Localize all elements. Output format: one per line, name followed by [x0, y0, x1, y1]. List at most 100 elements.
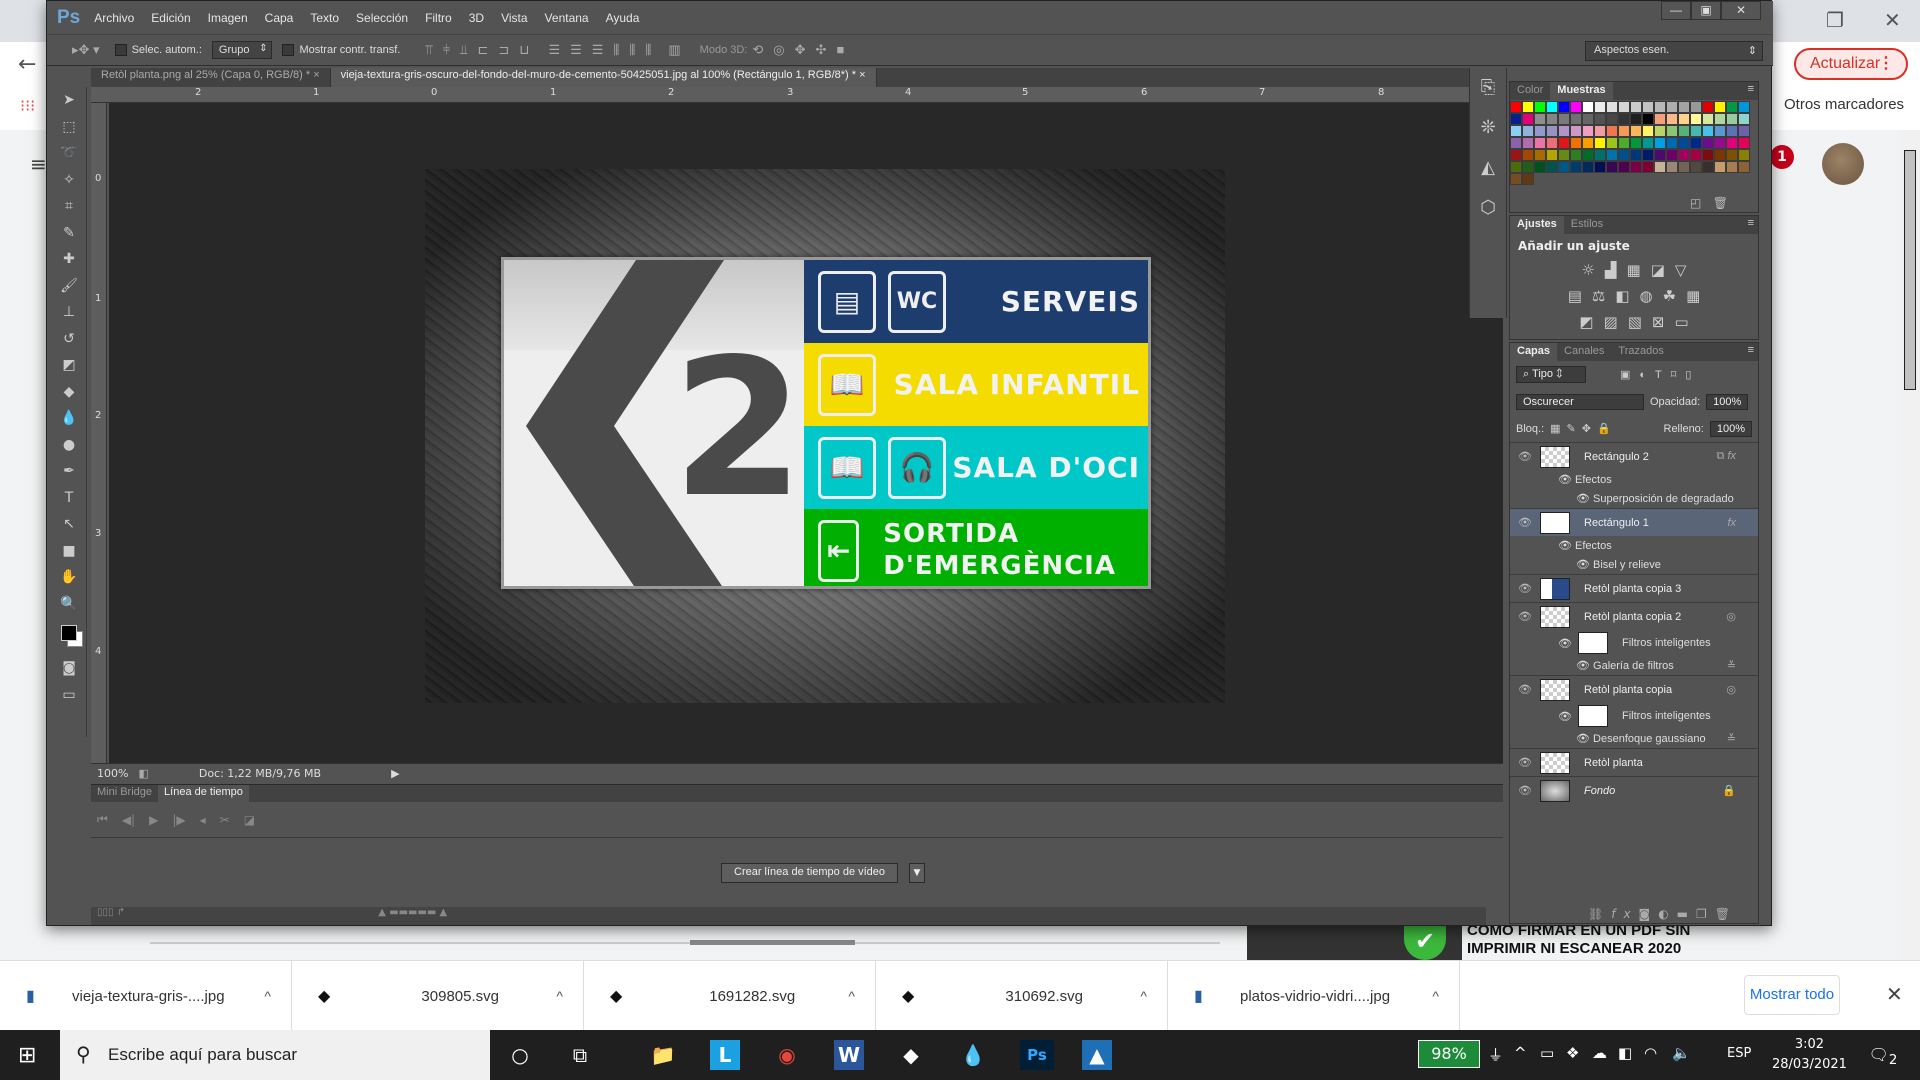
color-swatch[interactable] [1558, 161, 1570, 173]
windows-start-icon[interactable]: ⊞ [18, 1043, 36, 1068]
color-swatch[interactable] [1570, 149, 1582, 161]
tab-canales[interactable]: Canales [1557, 343, 1611, 361]
color-swatch[interactable] [1534, 101, 1546, 113]
panel-menu-icon[interactable]: ≡ [1748, 217, 1754, 229]
layer-filter-dropdown[interactable]: ⌕ Tipo ⇕ [1516, 366, 1586, 383]
article-title[interactable]: CÓMO FIRMAR EN UN PDF SIN IMPRIMIR NI ESC… [1467, 922, 1690, 958]
color-swatch[interactable] [1582, 161, 1594, 173]
color-swatch[interactable] [1678, 125, 1690, 137]
smart-filter-icon[interactable]: ◎ [1726, 683, 1736, 696]
color-swatch[interactable] [1726, 101, 1738, 113]
show-all-button[interactable]: Mostrar todo [1744, 975, 1840, 1015]
brightness-icon[interactable]: ☼ [1582, 261, 1595, 279]
color-swatch[interactable] [1678, 161, 1690, 173]
color-swatch[interactable] [1510, 125, 1522, 137]
path-select-icon[interactable]: ↖ [51, 511, 87, 538]
hue-saturation-icon[interactable]: ▤ [1568, 287, 1582, 305]
trash-icon[interactable]: 🗑 [1713, 196, 1728, 210]
color-swatch[interactable] [1558, 149, 1570, 161]
taskbar-search[interactable]: ⚲ Escribe aquí para buscar [60, 1030, 490, 1080]
color-swatch[interactable] [1522, 149, 1534, 161]
effect-row[interactable]: 👁 Bisel y relieve [1510, 555, 1758, 574]
visibility-eye-icon[interactable]: 👁 [1510, 450, 1540, 463]
menu-ayuda[interactable]: Ayuda [606, 11, 640, 25]
3d-icon[interactable]: ⬡ [1470, 188, 1506, 228]
black-white-icon[interactable]: ◧ [1615, 287, 1629, 305]
channel-mixer-icon[interactable]: ☘ [1663, 287, 1676, 305]
color-swatch[interactable] [1642, 101, 1654, 113]
color-swatch[interactable] [1546, 161, 1558, 173]
color-swatch[interactable] [1606, 101, 1618, 113]
color-swatch[interactable] [1738, 149, 1750, 161]
color-swatch[interactable] [1570, 125, 1582, 137]
cortana-icon[interactable]: ○ [505, 1040, 535, 1070]
close-icon[interactable]: ✕ [1884, 8, 1901, 32]
color-swatch[interactable] [1534, 149, 1546, 161]
tab-ajustes[interactable]: Ajustes [1510, 216, 1564, 234]
tab-muestras[interactable]: Muestras [1550, 82, 1613, 100]
invert-icon[interactable]: ◩ [1579, 313, 1593, 331]
menu-icon[interactable]: ≡ [30, 152, 47, 176]
color-swatch[interactable] [1678, 101, 1690, 113]
share-icon[interactable]: ◧ [138, 767, 148, 780]
menu-filtro[interactable]: Filtro [425, 11, 452, 25]
curves-icon[interactable]: ▦ [1627, 261, 1641, 279]
color-swatch[interactable] [1678, 149, 1690, 161]
color-swatch[interactable] [1618, 125, 1630, 137]
status-menu-arrow[interactable]: ▶ [391, 767, 399, 780]
onedrive-icon[interactable]: ☁ [1592, 1044, 1607, 1062]
color-swatch[interactable] [1582, 113, 1594, 125]
selective-color-icon[interactable]: ⊠ [1652, 313, 1665, 331]
color-swatch[interactable] [1630, 101, 1642, 113]
color-swatch[interactable] [1642, 161, 1654, 173]
color-swatch[interactable] [1594, 137, 1606, 149]
layer-actions[interactable]: ⛓fx◙◐▬❐🗑 [1588, 907, 1738, 921]
menu-seleccion[interactable]: Selección [356, 11, 408, 25]
pen-tool-icon[interactable]: ✒ [51, 458, 87, 485]
inkscape-icon[interactable]: ◆ [896, 1040, 926, 1070]
history-icon[interactable]: ⎘ [1470, 68, 1506, 108]
color-swatch[interactable] [1606, 125, 1618, 137]
layer-rectangulo-1[interactable]: 👁 Rectángulo 1 fx [1510, 508, 1758, 536]
file-explorer-icon[interactable]: 📁 [648, 1040, 678, 1070]
fx-icon[interactable]: fx [1727, 517, 1736, 529]
lock-icons[interactable]: ▦✎✥🔒 [1550, 422, 1617, 435]
menu-3d[interactable]: 3D [469, 11, 484, 25]
show-transform-checkbox[interactable] [282, 44, 295, 56]
chevron-up-icon[interactable]: ^ [1432, 988, 1439, 1004]
color-swatch[interactable] [1558, 113, 1570, 125]
dodge-tool-icon[interactable]: ● [51, 432, 87, 459]
shape-tool-icon[interactable]: ■ [51, 538, 87, 565]
other-bookmarks[interactable]: Otros marcadores [1784, 96, 1904, 113]
clock[interactable]: 3:02 28/03/2021 [1772, 1035, 1847, 1075]
color-swatch[interactable] [1678, 113, 1690, 125]
gradient-map-icon[interactable]: ▭ [1674, 313, 1688, 331]
eraser-icon[interactable]: ◩ [51, 352, 87, 379]
healing-brush-icon[interactable]: ✚ [51, 246, 87, 273]
screen-mode-icon[interactable]: ▭ [51, 682, 87, 709]
exposure-icon[interactable]: ◪ [1651, 261, 1665, 279]
color-swatch[interactable] [1666, 125, 1678, 137]
color-swatch[interactable] [1522, 137, 1534, 149]
color-swatch[interactable] [1678, 137, 1690, 149]
color-swatch[interactable] [1690, 137, 1702, 149]
menu-vista[interactable]: Vista [501, 11, 527, 25]
menu-edicion[interactable]: Edición [151, 11, 190, 25]
color-balance-icon[interactable]: ⚖ [1592, 287, 1605, 305]
color-swatch[interactable] [1726, 125, 1738, 137]
layer-retol-planta-copia[interactable]: 👁 Retòl planta copia ◎ [1510, 675, 1758, 703]
visibility-eye-icon[interactable]: 👁 [1510, 610, 1540, 623]
color-swatch[interactable] [1630, 137, 1642, 149]
histogram-icon[interactable]: ◭ [1470, 148, 1506, 188]
color-swatch[interactable] [1606, 137, 1618, 149]
page-scrollbar[interactable] [1900, 130, 1920, 960]
color-swatch[interactable] [1726, 113, 1738, 125]
minimize-button[interactable]: — [1661, 1, 1691, 20]
visibility-eye-icon[interactable]: 👁 [1510, 516, 1540, 529]
close-tab-icon[interactable]: × [859, 69, 865, 81]
color-swatch[interactable] [1630, 125, 1642, 137]
task-view-icon[interactable]: ⧉ [565, 1040, 595, 1070]
download-item[interactable]: ◆ 1691282.svg ^ [584, 961, 876, 1031]
new-swatch-icon[interactable]: ◰ [1690, 196, 1701, 210]
color-swatch[interactable] [1654, 125, 1666, 137]
